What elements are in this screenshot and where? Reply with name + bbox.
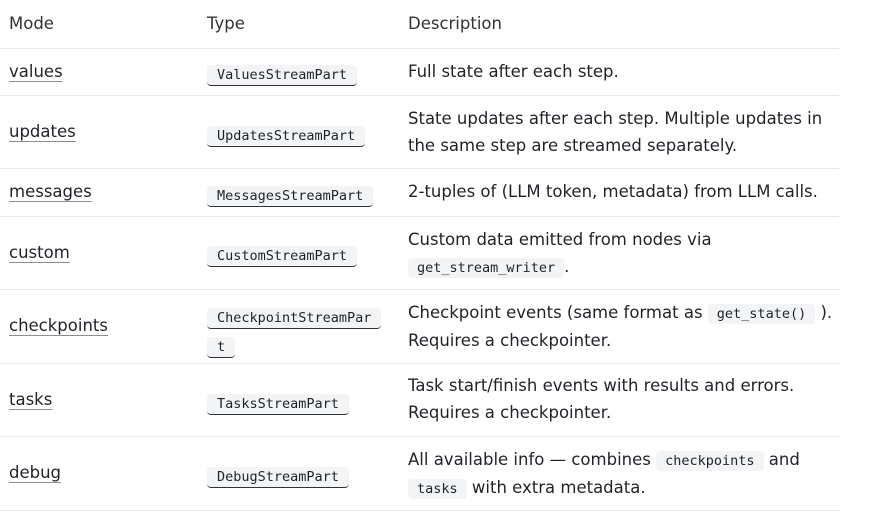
description-line: State updates after each step. Multiple …: [408, 109, 823, 128]
mode-link-messages[interactable]: messages: [9, 182, 92, 201]
description-text: and: [768, 450, 800, 469]
description-line: Requires a checkpointer.: [408, 330, 612, 350]
header-mode: Mode: [9, 14, 54, 33]
mode-link-tasks[interactable]: tasks: [9, 390, 52, 409]
row-description: Task start/finish events with results an…: [408, 373, 838, 426]
description-text: with extra metadata.: [471, 477, 646, 497]
row-description: Full state after each step.: [408, 62, 619, 81]
inline-code: checkpoints: [656, 451, 764, 471]
row-description: All available info — combines checkpoint…: [408, 447, 838, 502]
inline-code: tasks: [408, 478, 467, 499]
type-link-checkpoints[interactable]: CheckpointStreamPar: [207, 308, 382, 329]
table-header-row: Mode Type Description: [0, 0, 839, 49]
type-link-custom[interactable]: CustomStreamPart: [207, 246, 358, 267]
inline-code: get_state(): [707, 304, 816, 324]
mode-link-custom[interactable]: custom: [9, 243, 70, 262]
table-row: values ValuesStreamPart Full state after…: [0, 49, 839, 96]
type-link-values[interactable]: ValuesStreamPart: [207, 65, 358, 86]
description-text: Checkpoint events (same format as: [408, 303, 703, 322]
description-line: Requires a checkpointer.: [408, 402, 612, 422]
mode-link-updates[interactable]: updates: [9, 122, 76, 141]
row-description: 2-tuples of (LLM token, metadata) from L…: [408, 182, 818, 201]
mode-link-values[interactable]: values: [9, 62, 63, 81]
row-description: Checkpoint events (same format as get_st…: [408, 300, 848, 354]
description-text: All available info — combines: [408, 450, 651, 469]
type-link-updates[interactable]: UpdatesStreamPart: [207, 126, 366, 147]
description-text: ).: [820, 303, 833, 322]
description-line: Custom data emitted from nodes via: [408, 230, 712, 249]
table-row: tasks TasksStreamPart Task start/finish …: [0, 364, 839, 437]
description-line: Task start/finish events with results an…: [408, 376, 795, 395]
type-link-messages[interactable]: MessagesStreamPart: [207, 186, 374, 207]
table-row: checkpoints CheckpointStreamPar t Checkp…: [0, 290, 839, 364]
type-link-tasks[interactable]: TasksStreamPart: [207, 394, 349, 415]
header-description: Description: [408, 14, 502, 33]
description-text: .: [564, 256, 570, 276]
mode-link-checkpoints[interactable]: checkpoints: [9, 316, 108, 335]
inline-code: get_stream_writer: [408, 257, 565, 278]
row-description: Custom data emitted from nodes via get_s…: [408, 227, 838, 281]
description-line: the same step are streamed separately.: [408, 135, 738, 155]
table-row: debug DebugStreamPart All available info…: [0, 437, 839, 511]
type-link-checkpoints-continued[interactable]: t: [207, 337, 236, 358]
row-description: State updates after each step. Multiple …: [408, 106, 838, 159]
type-link-debug[interactable]: DebugStreamPart: [207, 467, 349, 488]
table-row: updates UpdatesStreamPart State updates …: [0, 96, 839, 169]
mode-link-debug[interactable]: debug: [9, 463, 61, 482]
table-row: custom CustomStreamPart Custom data emit…: [0, 217, 839, 290]
table-row: messages MessagesStreamPart 2-tuples of …: [0, 169, 839, 217]
header-type: Type: [207, 14, 245, 33]
